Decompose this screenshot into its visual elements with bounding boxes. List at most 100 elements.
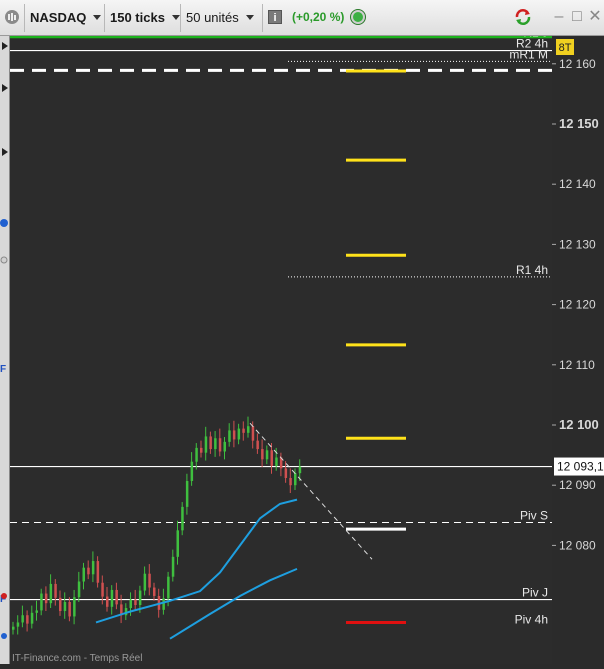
candle-body xyxy=(68,601,71,617)
candle-body xyxy=(237,428,241,440)
chart-canvas: Haut (J, Pré)R1 JR2 4hmR1 MR1 4hPiv SPiv… xyxy=(10,23,552,640)
chevron-down-icon xyxy=(245,14,254,20)
timeframe-badge-label: 8T xyxy=(559,42,572,54)
connection-status-icon xyxy=(351,10,365,24)
candle-body xyxy=(232,430,236,440)
candle-body xyxy=(148,573,151,588)
candle-body xyxy=(82,567,85,582)
candle-body xyxy=(91,561,95,575)
level-label: mR1 M xyxy=(509,47,548,61)
price-axis[interactable]: 17012 16012 15012 14012 13012 12012 1101… xyxy=(552,0,604,664)
price-chart[interactable]: Haut (J, Pré)R1 JR2 4hmR1 MR1 4hPiv SPiv… xyxy=(10,23,552,664)
toolbar: NASDAQ 150 ticks 50 unités i (+0,20 %) –… xyxy=(0,0,604,36)
units-dropdown[interactable]: 50 unités xyxy=(186,5,254,29)
candle-body xyxy=(26,615,29,624)
level-label: Piv S xyxy=(520,509,548,523)
axis-tick-label: 12 130 xyxy=(559,237,596,251)
candle-body xyxy=(171,556,175,577)
axis-canvas: 17012 16012 15012 14012 13012 12012 1101… xyxy=(552,0,604,552)
candle-body xyxy=(143,573,147,591)
maximize-icon[interactable]: □ xyxy=(568,8,586,26)
candle-body xyxy=(275,457,278,466)
bar-logo-icon[interactable] xyxy=(4,5,22,29)
candle-body xyxy=(96,561,100,583)
candle-body xyxy=(200,447,203,453)
candle-body xyxy=(59,597,62,612)
candle-body xyxy=(12,626,15,630)
candle-body xyxy=(195,447,198,462)
candle-body xyxy=(251,426,255,441)
candle-body xyxy=(16,622,20,627)
axis-tick-label: 12 150 xyxy=(559,116,599,131)
candle-body xyxy=(30,612,34,624)
candle-body xyxy=(176,530,179,557)
candle-body xyxy=(44,593,48,604)
level-label: R1 4h xyxy=(516,263,548,277)
axis-tick-label: 12 120 xyxy=(559,298,596,312)
candle-body xyxy=(256,440,259,450)
minimize-icon[interactable]: – xyxy=(550,8,568,26)
axis-tick-label: 12 100 xyxy=(559,417,599,432)
candle-body xyxy=(289,477,292,486)
candle-body xyxy=(54,583,57,598)
ticks-dropdown[interactable]: 150 ticks xyxy=(110,5,180,29)
candle-body xyxy=(73,597,76,617)
candle-body xyxy=(49,583,53,604)
axis-tick-label: 12 160 xyxy=(559,57,596,71)
axis-tick-label: 12 090 xyxy=(559,478,596,492)
ticks-label: 150 ticks xyxy=(110,9,165,25)
candle-body xyxy=(185,480,189,507)
info-icon[interactable]: i xyxy=(268,10,282,24)
axis-tick-label: 12 110 xyxy=(559,358,595,372)
candle-body xyxy=(101,582,104,597)
candle-body xyxy=(87,567,90,575)
candle-body xyxy=(261,449,264,460)
candle-body xyxy=(115,589,118,605)
watermark: IT-Finance.com - Temps Réel xyxy=(12,653,143,664)
candle-body xyxy=(242,428,245,433)
candle-body xyxy=(265,450,269,460)
candle-body xyxy=(298,466,302,474)
symbol-dropdown[interactable]: NASDAQ xyxy=(30,5,102,29)
symbol-label: NASDAQ xyxy=(30,9,87,25)
candle-body xyxy=(209,436,212,450)
axis-tick-label: 12 140 xyxy=(559,177,596,191)
candle-body xyxy=(181,506,184,531)
candle-body xyxy=(190,461,194,481)
candle-body xyxy=(129,599,132,609)
candle-body xyxy=(110,589,114,607)
candle-body xyxy=(204,436,208,453)
candle-body xyxy=(228,430,231,442)
units-label: 50 unités xyxy=(186,9,239,25)
trend-projection-line xyxy=(249,422,373,560)
candle-body xyxy=(35,610,38,613)
refresh-icon[interactable] xyxy=(514,8,532,26)
drawing-tools-strip[interactable]: F F xyxy=(0,36,10,664)
candle-body xyxy=(284,468,288,478)
close-icon[interactable]: ✕ xyxy=(586,8,604,26)
level-label: Piv J xyxy=(522,586,548,600)
candle-body xyxy=(162,598,165,610)
candle-body xyxy=(247,426,250,433)
candle-body xyxy=(21,615,24,623)
candle-body xyxy=(106,596,109,607)
candle-body xyxy=(138,590,142,605)
candle-body xyxy=(134,599,137,605)
candle-body xyxy=(294,473,297,486)
candle-body xyxy=(218,438,222,452)
candle-body xyxy=(214,438,217,450)
chevron-down-icon xyxy=(171,14,180,20)
candle-body xyxy=(40,593,43,611)
axis-tick-label: 12 080 xyxy=(559,538,596,552)
svg-text:F: F xyxy=(0,364,6,375)
change-percent: (+0,20 %) xyxy=(292,10,345,24)
current-price-label: 12 093,1 xyxy=(557,460,604,474)
candle-body xyxy=(63,601,67,612)
candle-body xyxy=(153,587,156,596)
moving-average-slow xyxy=(169,567,298,640)
candle-body xyxy=(167,576,170,599)
candle-body xyxy=(270,450,273,466)
level-label: Piv 4h xyxy=(515,613,548,627)
chevron-down-icon xyxy=(93,14,102,20)
candle-body xyxy=(77,581,81,598)
